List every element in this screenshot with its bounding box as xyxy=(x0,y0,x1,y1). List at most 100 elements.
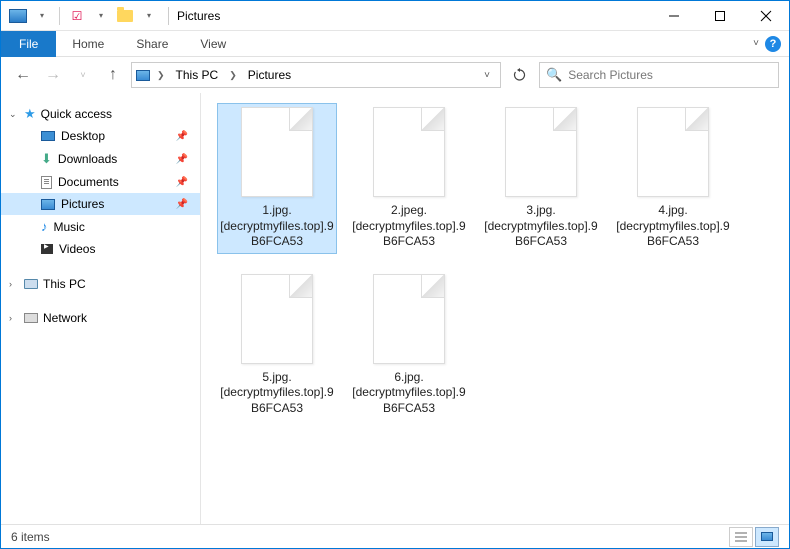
file-name: 1.jpg.[decryptmyfiles.top].9B6FCA53 xyxy=(218,203,336,250)
sidebar-item-videos[interactable]: Videos xyxy=(1,238,200,260)
quick-access-toolbar: ▾ ☑ ▾ ▾ xyxy=(1,5,160,27)
sidebar-item-label: Network xyxy=(43,311,87,325)
ribbon-right: ˅ ? xyxy=(753,36,789,52)
qat-dropdown-2-icon[interactable]: ▾ xyxy=(90,5,112,27)
titlebar: ▾ ☑ ▾ ▾ Pictures xyxy=(1,1,789,31)
pictures-icon xyxy=(41,199,55,210)
file-name: 4.jpg.[decryptmyfiles.top].9B6FCA53 xyxy=(614,203,732,250)
caret-down-icon: ⌄ xyxy=(9,109,19,120)
maximize-button[interactable] xyxy=(697,1,743,31)
chevron-right-icon[interactable]: ❯ xyxy=(154,70,168,81)
file-item[interactable]: 5.jpg.[decryptmyfiles.top].9B6FCA53 xyxy=(217,270,337,421)
body: ⌄ ★ Quick access Desktop 📌 ⬇ Downloads 📌… xyxy=(1,93,789,524)
documents-icon xyxy=(41,176,52,189)
file-item[interactable]: 4.jpg.[decryptmyfiles.top].9B6FCA53 xyxy=(613,103,733,254)
ribbon-expand-icon[interactable]: ˅ xyxy=(753,38,759,49)
sidebar-item-label: Quick access xyxy=(41,107,112,121)
sidebar-network-header[interactable]: › Network xyxy=(1,308,200,328)
minimize-button[interactable] xyxy=(651,1,697,31)
file-item[interactable]: 3.jpg.[decryptmyfiles.top].9B6FCA53 xyxy=(481,103,601,254)
window-title: Pictures xyxy=(177,9,651,23)
file-thumbnail-icon xyxy=(637,107,709,197)
chevron-right-icon[interactable]: ❯ xyxy=(226,70,240,81)
downloads-icon: ⬇ xyxy=(41,151,52,167)
sidebar-item-music[interactable]: ♪ Music xyxy=(1,215,200,238)
sidebar-item-documents[interactable]: Documents 📌 xyxy=(1,171,200,193)
ribbon: File Home Share View ˅ ? xyxy=(1,31,789,57)
thumbnails-view-icon xyxy=(761,532,773,541)
network-icon xyxy=(24,313,38,323)
sidebar-item-label: Pictures xyxy=(61,197,104,211)
pin-icon: 📌 xyxy=(176,199,188,210)
file-item[interactable]: 6.jpg.[decryptmyfiles.top].9B6FCA53 xyxy=(349,270,469,421)
pin-icon: 📌 xyxy=(176,154,188,165)
file-name: 3.jpg.[decryptmyfiles.top].9B6FCA53 xyxy=(482,203,600,250)
search-placeholder: Search Pictures xyxy=(568,68,653,82)
forward-button[interactable]: → xyxy=(41,63,65,87)
window-controls xyxy=(651,1,789,31)
status-bar: 6 items xyxy=(1,524,789,548)
address-folder-icon xyxy=(136,70,150,81)
sidebar-item-pictures[interactable]: Pictures 📌 xyxy=(1,193,200,215)
close-button[interactable] xyxy=(743,1,789,31)
tab-view[interactable]: View xyxy=(184,31,242,57)
thumbnails-view-button[interactable] xyxy=(755,527,779,547)
file-thumbnail-icon xyxy=(241,274,313,364)
address-dropdown-icon[interactable]: ˅ xyxy=(478,70,496,81)
sidebar-item-label: Videos xyxy=(59,242,95,256)
file-item[interactable]: 2.jpeg.[decryptmyfiles.top].9B6FCA53 xyxy=(349,103,469,254)
folder-icon[interactable] xyxy=(114,5,136,27)
file-thumbnail-icon xyxy=(373,107,445,197)
tab-home[interactable]: Home xyxy=(56,31,120,57)
explorer-app-icon xyxy=(7,5,29,27)
file-thumbnail-icon xyxy=(505,107,577,197)
address-bar[interactable]: ❯ This PC ❯ Pictures ˅ xyxy=(131,62,501,88)
sidebar-this-pc: › This PC xyxy=(1,274,200,294)
tab-share[interactable]: Share xyxy=(120,31,184,57)
refresh-icon xyxy=(513,68,527,82)
sidebar-item-label: Downloads xyxy=(58,152,117,166)
breadcrumb-this-pc[interactable]: This PC xyxy=(172,66,223,84)
sidebar-item-label: Desktop xyxy=(61,129,105,143)
qat-dropdown-icon[interactable]: ▾ xyxy=(31,5,53,27)
content-area[interactable]: 1.jpg.[decryptmyfiles.top].9B6FCA53 2.jp… xyxy=(201,93,789,524)
help-icon[interactable]: ? xyxy=(765,36,781,52)
maximize-icon xyxy=(714,10,726,22)
pin-icon: 📌 xyxy=(176,177,188,188)
refresh-button[interactable] xyxy=(507,62,533,88)
this-pc-icon xyxy=(24,279,38,289)
sidebar-item-downloads[interactable]: ⬇ Downloads 📌 xyxy=(1,147,200,171)
search-input[interactable]: 🔍 Search Pictures xyxy=(539,62,779,88)
qat-separator xyxy=(59,7,60,25)
close-icon xyxy=(760,10,772,22)
properties-checkbox-icon[interactable]: ☑ xyxy=(66,5,88,27)
breadcrumb-pictures[interactable]: Pictures xyxy=(244,66,295,84)
file-tab[interactable]: File xyxy=(1,31,56,57)
file-thumbnail-icon xyxy=(241,107,313,197)
file-name: 2.jpeg.[decryptmyfiles.top].9B6FCA53 xyxy=(350,203,468,250)
file-name: 6.jpg.[decryptmyfiles.top].9B6FCA53 xyxy=(350,370,468,417)
star-icon: ★ xyxy=(24,106,36,122)
videos-icon xyxy=(41,244,53,254)
caret-right-icon: › xyxy=(9,279,19,289)
title-separator xyxy=(168,7,169,25)
recent-dropdown-icon[interactable]: ˅ xyxy=(71,63,95,87)
up-button[interactable]: ↑ xyxy=(101,63,125,87)
sidebar-item-desktop[interactable]: Desktop 📌 xyxy=(1,125,200,147)
sidebar-item-label: Documents xyxy=(58,175,119,189)
sidebar-this-pc-header[interactable]: › This PC xyxy=(1,274,200,294)
search-icon: 🔍 xyxy=(546,67,562,83)
sidebar-network: › Network xyxy=(1,308,200,328)
details-view-icon xyxy=(735,532,747,542)
sidebar-item-label: Music xyxy=(54,220,85,234)
item-count: 6 items xyxy=(11,530,50,544)
pin-icon: 📌 xyxy=(176,131,188,142)
details-view-button[interactable] xyxy=(729,527,753,547)
back-button[interactable]: ← xyxy=(11,63,35,87)
music-icon: ♪ xyxy=(41,219,48,234)
sidebar-quick-access-header[interactable]: ⌄ ★ Quick access xyxy=(1,103,200,125)
sidebar-item-label: This PC xyxy=(43,277,86,291)
file-thumbnail-icon xyxy=(373,274,445,364)
qat-overflow-icon[interactable]: ▾ xyxy=(138,5,160,27)
file-item[interactable]: 1.jpg.[decryptmyfiles.top].9B6FCA53 xyxy=(217,103,337,254)
